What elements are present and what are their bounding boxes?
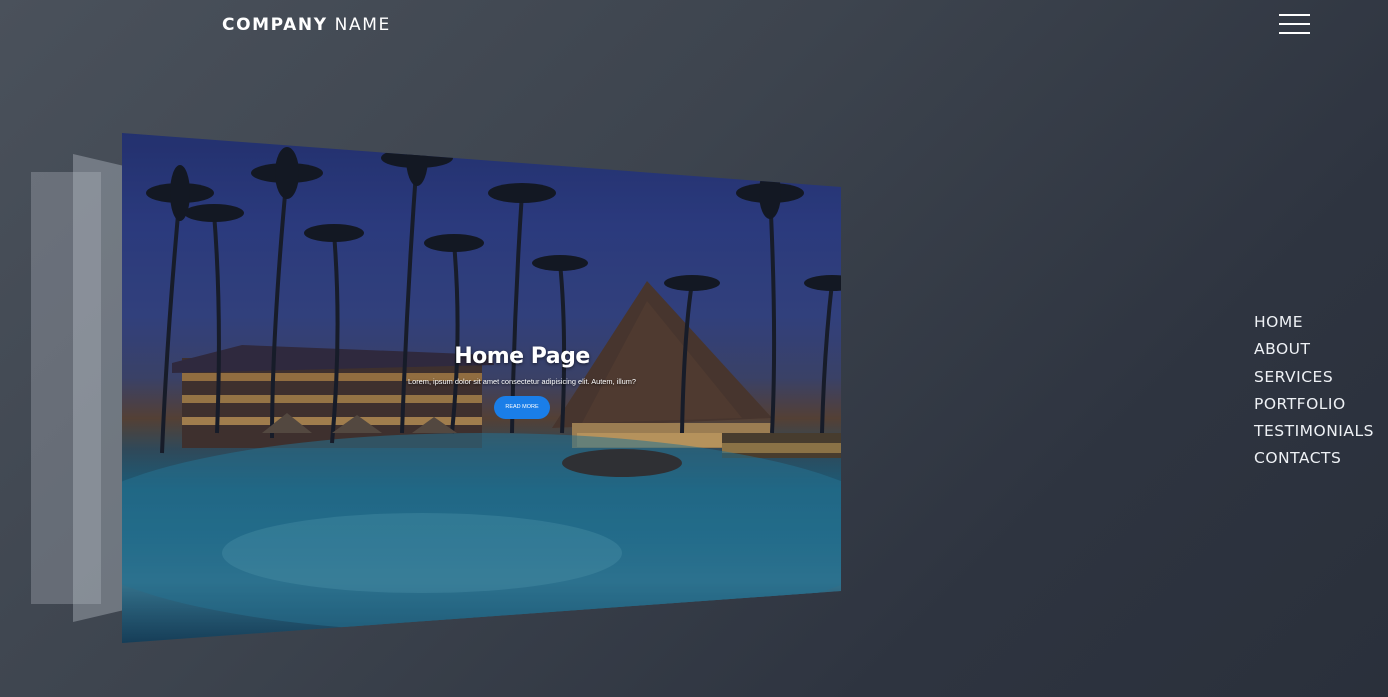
nav-item-testimonials[interactable]: TESTIMONIALS [1254, 418, 1374, 445]
nav-item-services[interactable]: SERVICES [1254, 364, 1374, 391]
main-navigation: HOME ABOUT SERVICES PORTFOLIO TESTIMONIA… [1254, 309, 1374, 473]
menu-bar-bottom [1279, 32, 1310, 34]
menu-bar-top [1279, 14, 1310, 16]
nav-item-portfolio[interactable]: PORTFOLIO [1254, 391, 1374, 418]
hero-description: Lorem, ipsum dolor sit amet consectetur … [408, 377, 636, 386]
nav-item-about[interactable]: ABOUT [1254, 336, 1374, 363]
nav-item-contacts[interactable]: CONTACTS [1254, 445, 1374, 472]
read-more-button[interactable]: READ MORE [494, 396, 550, 419]
logo-light-text: NAME [327, 15, 391, 35]
nav-item-home[interactable]: HOME [1254, 309, 1374, 336]
logo-bold-text: COMPANY [222, 15, 328, 35]
hamburger-menu-icon[interactable] [1279, 14, 1310, 35]
hero-title: Home Page [454, 344, 590, 369]
company-logo[interactable]: COMPANY NAME [222, 14, 391, 36]
hero-content: Home Page Lorem, ipsum dolor sit amet co… [402, 343, 642, 419]
menu-bar-middle [1279, 23, 1310, 25]
